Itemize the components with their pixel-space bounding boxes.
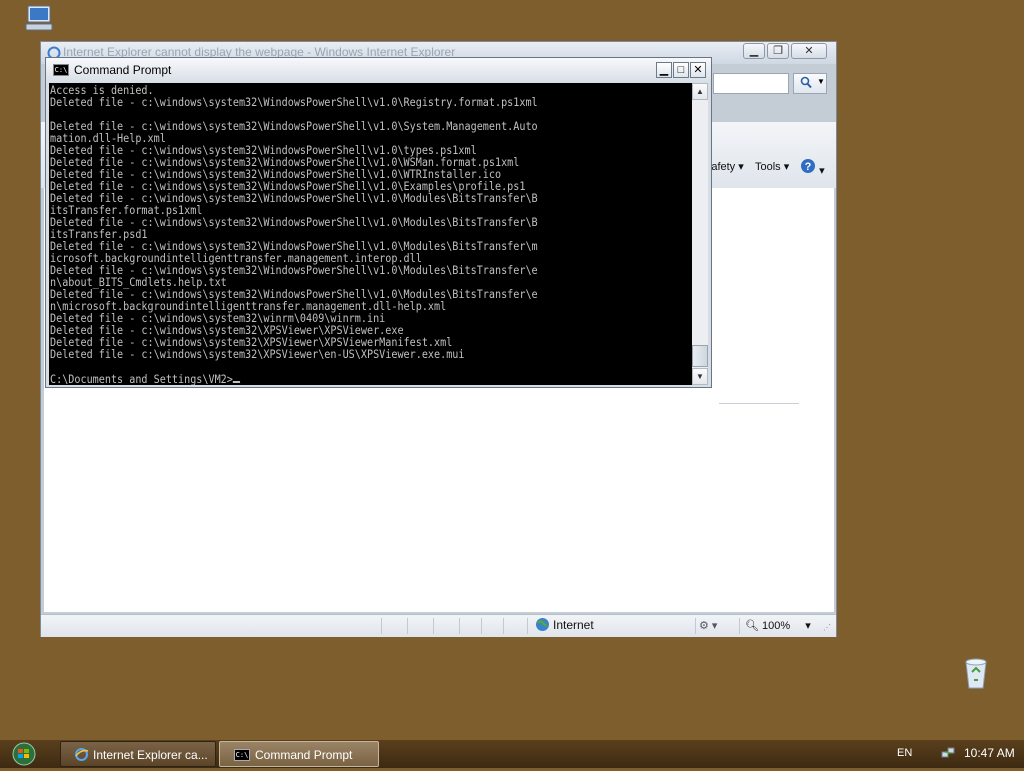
zone-label: Internet — [553, 618, 594, 632]
console-output[interactable]: Access is denied. Deleted file - c:\wind… — [49, 83, 692, 385]
ie-maximize-button[interactable]: ❐ — [767, 43, 789, 59]
arrow-down-icon: ▼ — [696, 372, 704, 381]
minimize-icon: ▁ — [659, 64, 669, 76]
maximize-icon: □ — [677, 64, 685, 76]
taskbar-cmd-label: Command Prompt — [255, 748, 353, 762]
divider — [719, 403, 799, 404]
cmd-minimize-button[interactable]: ▁ — [656, 62, 672, 78]
taskbar-ie-label: Internet Explorer ca... — [93, 748, 208, 762]
chevron-down-icon: ▾ — [805, 620, 811, 632]
globe-icon — [535, 617, 550, 635]
cmd-app-icon: C:\ — [234, 749, 250, 761]
console-prompt: C:\Documents and Settings\VM2> — [50, 373, 233, 386]
clock[interactable]: 10:47 AM — [964, 746, 1015, 760]
tools-menu[interactable]: Tools ▾ — [755, 160, 789, 173]
resize-grip-icon[interactable]: ⋰ — [823, 623, 831, 632]
start-orb-icon — [10, 742, 38, 770]
taskbar: Internet Explorer ca... C:\ Command Prom… — [0, 740, 1024, 768]
console-line: Deleted file - c:\windows\system32\Windo… — [50, 96, 538, 109]
help-icon: ? — [800, 159, 819, 177]
taskbar-ie-button[interactable]: Internet Explorer ca... — [60, 741, 216, 767]
ie-icon — [74, 747, 89, 765]
console-line: Deleted file - c:\windows\system32\XPSVi… — [50, 348, 465, 361]
cmd-window-title: Command Prompt — [74, 63, 172, 77]
vertical-scrollbar[interactable]: ▲ ▼ — [692, 83, 708, 385]
cmd-titlebar[interactable]: C:\ Command Prompt ▁ □ ✕ — [46, 58, 711, 83]
cmd-app-icon[interactable]: C:\ — [53, 64, 69, 76]
text-cursor — [232, 373, 241, 383]
start-button[interactable] — [10, 742, 38, 766]
ie-search-button[interactable]: ▼ — [793, 73, 827, 94]
scroll-up-button[interactable]: ▲ — [692, 83, 708, 100]
language-indicator[interactable]: EN — [897, 747, 912, 759]
scroll-thumb[interactable] — [692, 345, 708, 367]
taskbar-cmd-button[interactable]: C:\ Command Prompt — [219, 741, 379, 767]
help-menu[interactable]: ? ▾ — [800, 158, 825, 177]
computer-icon[interactable] — [24, 4, 54, 32]
svg-text:?: ? — [805, 161, 812, 173]
ie-close-button[interactable]: ✕ — [791, 43, 827, 59]
zoom-control[interactable]: 🔍︎ 100% ▾ — [745, 619, 811, 632]
ie-minimize-button[interactable]: ▁ — [743, 43, 765, 59]
ie-search-input[interactable] — [713, 73, 789, 94]
close-icon: ✕ — [804, 45, 814, 57]
cmd-window[interactable]: C:\ Command Prompt ▁ □ ✕ Access is denie… — [45, 57, 712, 388]
recycle-bin-icon[interactable] — [962, 656, 990, 690]
chevron-down-icon: ▼ — [817, 77, 825, 86]
minimize-icon: ▁ — [749, 45, 759, 57]
cmd-close-button[interactable]: ✕ — [690, 62, 706, 78]
restore-icon: ❐ — [773, 45, 783, 57]
search-icon — [800, 76, 812, 92]
close-icon: ✕ — [693, 64, 703, 76]
security-zone[interactable]: Internet — [535, 618, 594, 632]
protected-mode-icon[interactable]: ⚙ ▾ — [699, 619, 717, 632]
arrow-up-icon: ▲ — [696, 87, 704, 96]
ie-status-bar: Internet ⚙ ▾ 🔍︎ 100% ▾ ⋰ — [41, 614, 836, 637]
cmd-maximize-button[interactable]: □ — [673, 62, 689, 78]
console-prompt-line[interactable]: C:\Documents and Settings\VM2> — [50, 373, 241, 386]
scroll-down-button[interactable]: ▼ — [692, 368, 708, 385]
zoom-icon: 🔍︎ — [745, 620, 759, 632]
network-icon[interactable] — [941, 746, 955, 760]
